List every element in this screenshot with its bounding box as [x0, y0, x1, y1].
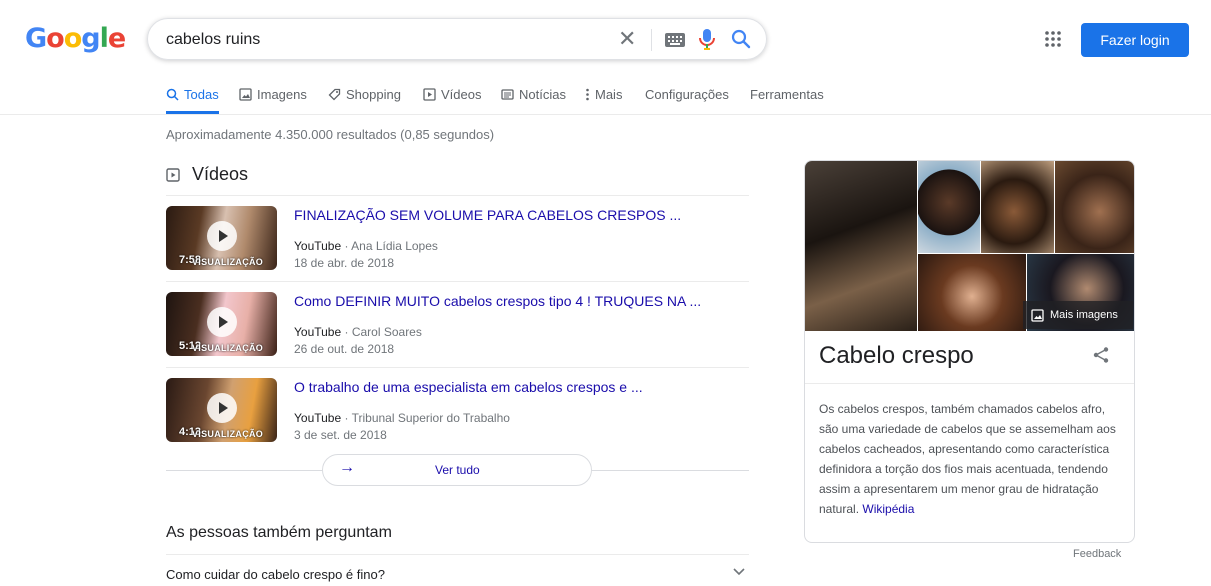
video-channel: Carol Soares: [351, 325, 422, 339]
video-date: 18 de abr. de 2018: [294, 256, 395, 270]
apps-grid-icon[interactable]: [1044, 30, 1062, 53]
clear-icon[interactable]: ✕: [618, 27, 636, 51]
video-title-link[interactable]: FINALIZAÇÃO SEM VOLUME PARA CABELOS CRES…: [294, 207, 681, 223]
video-channel: Ana Lídia Lopes: [351, 239, 438, 253]
knowledge-image[interactable]: [918, 161, 980, 253]
tag-icon: [328, 88, 341, 101]
thumbnail-overlay-text: VISUALIZAÇÃO: [192, 343, 264, 353]
search-box: ✕: [147, 18, 767, 60]
search-input[interactable]: [166, 30, 596, 50]
video-date: 3 de set. de 2018: [294, 428, 387, 442]
logo-letter: g: [81, 23, 100, 54]
knowledge-image[interactable]: [981, 161, 1054, 253]
knowledge-panel: Mais imagens Cabelo crespo Os cabelos cr…: [804, 160, 1135, 543]
tab-ferramentas[interactable]: Ferramentas: [750, 87, 824, 102]
tab-todas[interactable]: Todas: [166, 87, 219, 102]
see-all-videos-button[interactable]: → Ver tudo: [322, 454, 592, 486]
more-images-label: Mais imagens: [1050, 309, 1118, 321]
tab-label: Todas: [184, 87, 219, 102]
tab-mais[interactable]: Mais: [585, 87, 622, 102]
videos-section-header: Vídeos: [166, 164, 248, 185]
tab-label: Imagens: [257, 87, 307, 102]
logo-letter: e: [107, 23, 126, 54]
share-icon[interactable]: [1092, 346, 1110, 369]
thumbnail-overlay-text: VISUALIZAÇÃO: [192, 257, 264, 267]
search-icon: [166, 88, 179, 101]
tab-label: Notícias: [519, 87, 566, 102]
keyboard-icon[interactable]: [665, 33, 685, 52]
knowledge-panel-description: Os cabelos crespos, também chamados cabe…: [819, 399, 1125, 519]
result-stats: Aproximadamente 4.350.000 resultados (0,…: [166, 127, 495, 142]
video-thumbnail[interactable]: 5:12 VISUALIZAÇÃO: [166, 292, 277, 356]
video-title-link[interactable]: O trabalho de uma especialista em cabelo…: [294, 379, 643, 395]
description-text: Os cabelos crespos, também chamados cabe…: [819, 402, 1116, 516]
image-icon: [1031, 308, 1044, 322]
video-thumbnail[interactable]: 7:58 VISUALIZAÇÃO: [166, 206, 277, 270]
arrow-right-icon: →: [339, 459, 355, 476]
videos-section-title: Vídeos: [192, 164, 249, 184]
feedback-link[interactable]: Feedback: [1073, 548, 1121, 560]
video-platform: YouTube: [294, 239, 342, 253]
divider: [166, 367, 749, 368]
wikipedia-link[interactable]: Wikipédia: [862, 502, 914, 516]
tab-label: Mais: [595, 87, 623, 102]
logo-letter: o: [46, 23, 65, 54]
search-divider: [651, 29, 652, 51]
divider: [166, 281, 749, 282]
image-icon: [239, 88, 252, 101]
tab-label: Shopping: [346, 87, 401, 102]
video-platform: YouTube: [294, 325, 342, 339]
chevron-down-icon[interactable]: [733, 563, 745, 579]
divider: [805, 383, 1134, 384]
divider: [166, 195, 749, 196]
knowledge-image[interactable]: [805, 161, 917, 331]
tab-configuracoes[interactable]: Configurações: [645, 87, 729, 102]
video-thumbnail[interactable]: 4:13 VISUALIZAÇÃO: [166, 378, 277, 442]
people-also-ask-title: As pessoas também perguntam: [166, 524, 392, 541]
paa-question[interactable]: Como cuidar do cabelo crespo é fino?: [166, 567, 385, 582]
tab-noticias[interactable]: Notícias: [501, 87, 566, 102]
logo-letter: o: [63, 23, 83, 54]
thumbnail-overlay-text: VISUALIZAÇÃO: [192, 429, 264, 439]
login-button[interactable]: Fazer login: [1081, 23, 1189, 57]
play-icon: [207, 221, 237, 251]
video-channel: Tribunal Superior do Trabalho: [351, 411, 510, 425]
tab-label: Configurações: [645, 87, 729, 102]
video-platform: YouTube: [294, 411, 342, 425]
divider: [166, 554, 749, 555]
search-tabs: Todas Imagens Shopping Vídeos Notícias M…: [0, 84, 1211, 115]
video-source: YouTube · Tribunal Superior do Trabalho: [294, 411, 510, 425]
news-icon: [501, 89, 514, 100]
more-images-button[interactable]: Mais imagens: [1023, 301, 1133, 329]
tab-label: Ferramentas: [750, 87, 824, 102]
play-icon: [207, 393, 237, 423]
see-all-label: Ver tudo: [435, 463, 480, 477]
knowledge-panel-title: Cabelo crespo: [819, 342, 974, 369]
tab-shopping[interactable]: Shopping: [328, 87, 401, 102]
tab-imagens[interactable]: Imagens: [239, 87, 307, 102]
google-logo[interactable]: Google: [25, 23, 126, 54]
video-date: 26 de out. de 2018: [294, 342, 395, 356]
video-icon: [423, 88, 436, 101]
video-title-link[interactable]: Como DEFINIR MUITO cabelos crespos tipo …: [294, 293, 701, 309]
active-tab-indicator: [166, 111, 219, 114]
logo-letter: G: [25, 23, 47, 54]
search-icon[interactable]: [731, 29, 751, 54]
tab-videos[interactable]: Vídeos: [423, 87, 481, 102]
video-icon: [166, 167, 180, 182]
knowledge-image[interactable]: [918, 254, 1026, 331]
tab-label: Vídeos: [441, 87, 482, 102]
video-source: YouTube · Ana Lídia Lopes: [294, 239, 438, 253]
knowledge-image[interactable]: [1055, 161, 1134, 253]
play-icon: [207, 307, 237, 337]
video-source: YouTube · Carol Soares: [294, 325, 422, 339]
logo-letter: l: [99, 23, 109, 54]
mic-icon[interactable]: [699, 29, 715, 56]
more-vert-icon: [586, 88, 589, 101]
